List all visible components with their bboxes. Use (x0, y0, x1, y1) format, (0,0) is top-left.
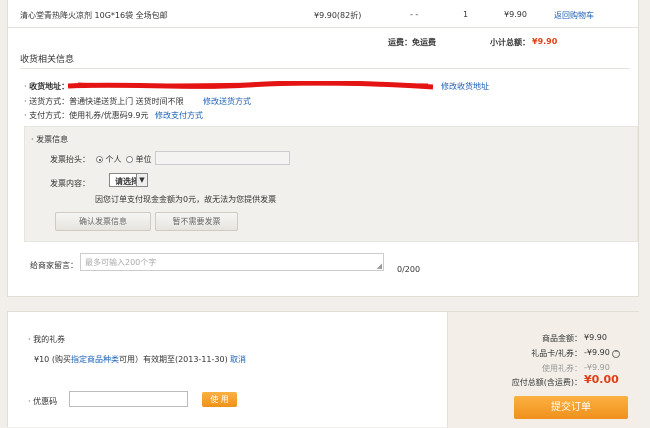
invoice-title: 发票信息 (36, 135, 69, 144)
giftcard-value: -¥9.90 ⌃ (584, 348, 621, 358)
total-value: ¥0.00 (584, 373, 619, 386)
modify-payment-link[interactable]: 修改支付方式 (155, 110, 203, 121)
invoice-notice: 因您订单支付现金金额为0元，故无法为您提供发票 (95, 195, 277, 204)
coupon-row: ¥10 (购买指定商品种类可用）有效期至(2013-11-30) (34, 354, 228, 365)
invoice-header-label: 发票抬头： (50, 155, 90, 164)
delivery-row: · 送货方式：普通快递送货上门 送货时间不限 (24, 96, 184, 107)
product-discount: - - (410, 10, 419, 19)
invoice-section: · 发票信息 发票抬头： 个人 单位 发票内容： 请选择 ▼ 因您订单支付现金金… (24, 126, 638, 242)
payment-value: 使用礼券/优惠码9.9元 (69, 111, 149, 120)
subtotal-value: ¥9.90 (532, 37, 558, 46)
subtotal-label: 小计总额： (490, 38, 530, 47)
submit-order-button[interactable]: 提交订单 (514, 396, 628, 419)
giftcard-label: 礼品卡/礼券： (531, 349, 582, 358)
promo-label: 优惠码 (33, 397, 58, 406)
address-row: · 收货地址： (24, 81, 69, 92)
modify-address-link[interactable]: 修改收货地址 (441, 81, 489, 92)
product-price: ¥9.90(82折) (314, 11, 362, 20)
coupon-desc-suffix: 可用）有效期至(2013-11-30) (118, 355, 228, 364)
expand-circle-icon[interactable]: ⌃ (612, 350, 621, 358)
promo-code-input[interactable] (69, 391, 188, 407)
product-subtotal: ¥9.90 (504, 10, 527, 19)
order-summary: 商品金额： ¥9.90 礼品卡/礼券： -¥9.90 ⌃ 使用礼券： -¥9.9… (447, 312, 639, 428)
used-coupon-value: -¥9.90 (584, 363, 610, 372)
freight-text: 运费：免运费 (388, 38, 436, 47)
used-coupon-label: 使用礼券： (542, 364, 582, 373)
gift-title-row: · 我的礼券 (28, 334, 65, 345)
message-label: 给商家留言： (30, 261, 78, 270)
divider (8, 27, 638, 28)
chevron-down-icon[interactable]: ▼ (136, 174, 147, 186)
goods-amount-label: 商品金额： (542, 334, 582, 343)
back-to-cart-link[interactable]: 返回购物车 (554, 10, 594, 21)
product-quantity: 1 (463, 10, 469, 19)
delivery-value: 普通快递送货上门 送货时间不限 (69, 97, 184, 106)
coupon-category-link[interactable]: 指定商品种类 (71, 355, 119, 364)
divider (20, 68, 630, 69)
redacted-address-scribble (68, 81, 433, 90)
payment-label: 支付方式： (29, 111, 70, 120)
invoice-content-label: 发票内容： (50, 179, 90, 188)
no-invoice-button[interactable]: 暂不需要发票 (155, 212, 238, 231)
gift-title: 我的礼券 (33, 335, 66, 344)
payment-row: · 支付方式：使用礼券/优惠码9.9元 (24, 110, 149, 121)
cancel-coupon-link[interactable]: 取消 (230, 354, 246, 365)
message-placeholder: 最多可输入200个字 (85, 258, 157, 267)
invoice-type-company[interactable]: 单位 (126, 154, 152, 165)
invoice-title-row: · 发票信息 (31, 134, 68, 145)
payment-panel: · 我的礼券 ¥10 (购买指定商品种类可用）有效期至(2013-11-30) … (7, 311, 639, 428)
company-label: 单位 (135, 155, 152, 164)
message-textarea[interactable]: 最多可输入200个字 ◢ (80, 253, 384, 271)
product-name: 清心堂青热降火凉剂 10G*16袋 全场包邮 (20, 11, 168, 20)
address-label: 收货地址： (29, 82, 70, 91)
coupon-amount: ¥10 (34, 355, 50, 364)
resize-handle-icon[interactable]: ◢ (377, 262, 382, 270)
radio-personal[interactable] (96, 156, 103, 163)
invoice-type-personal[interactable]: 个人 (96, 154, 122, 165)
coupon-desc-prefix: (购买 (51, 355, 71, 364)
message-counter: 0/200 (397, 265, 421, 274)
company-name-input[interactable] (155, 151, 290, 165)
modify-delivery-link[interactable]: 修改送货方式 (203, 96, 251, 107)
personal-label: 个人 (105, 155, 122, 164)
receiver-section-title: 收货相关信息 (20, 55, 75, 65)
invoice-content-select[interactable]: 请选择 ▼ (109, 173, 148, 187)
giftcard-amount: -¥9.90 (584, 348, 610, 357)
goods-amount-value: ¥9.90 (584, 333, 607, 342)
total-label: 应付总额(含运费)： (511, 378, 582, 387)
delivery-label: 送货方式： (29, 97, 70, 106)
use-promo-button[interactable]: 使 用 (202, 392, 237, 407)
radio-company[interactable] (126, 156, 133, 163)
promo-label-row: · 优惠码 (28, 396, 57, 407)
order-info-panel: 清心堂青热降火凉剂 10G*16袋 全场包邮 ¥9.90(82折) - - 1 … (7, 0, 639, 297)
confirm-invoice-button[interactable]: 确认发票信息 (55, 212, 151, 231)
